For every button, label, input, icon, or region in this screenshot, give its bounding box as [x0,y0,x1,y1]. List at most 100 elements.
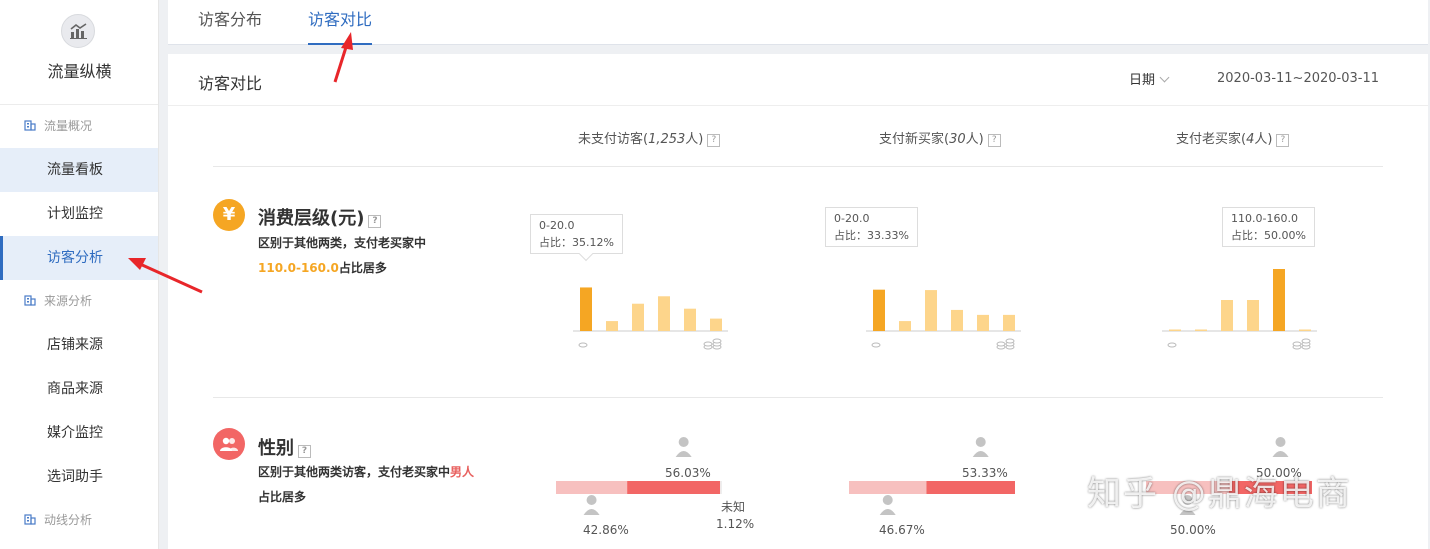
chart-logo-icon [61,14,95,48]
building-icon [24,500,36,525]
female-ratio: 42.86% [583,523,629,537]
panel-title: 访客对比 [198,74,263,93]
sidebar-group-label: 动线分析 [44,513,93,527]
bar [1221,300,1233,331]
coin-small-icon [578,342,588,348]
bar [873,289,885,331]
person-head [586,495,597,505]
unknown-ratio: 1.12% [716,517,755,531]
bar [1003,314,1015,331]
female-person-icon [879,495,896,515]
coin-small-icon [871,342,881,348]
column-header-old-buyer: 支付老买家(4人)? [1176,128,1290,147]
person-head [678,437,689,447]
app-title: 流量纵横 [47,62,112,81]
sidebar-group-label: 流量概况 [44,119,93,133]
watermark: 知乎 @鼎海电商 [1087,474,1352,514]
sidebar-item-media-monitor[interactable]: 媒介监控 [0,411,158,455]
unknown-label: 未知 [721,500,746,514]
help-icon[interactable]: ? [298,445,311,458]
coin-stack-icon [1292,338,1311,350]
tab-bar: 访客分布 访客对比 [168,0,1428,45]
help-icon[interactable]: ? [1276,134,1290,147]
coin-stack-icon [996,338,1015,350]
divider [213,397,1383,398]
unknown-segment [720,481,722,494]
sidebar-item-product-source[interactable]: 商品来源 [0,367,158,411]
bar [632,303,644,331]
bar [580,287,592,331]
help-icon[interactable]: ? [368,215,382,228]
coin-stack-icon [703,338,722,350]
building-icon [24,281,36,306]
coin-layer [1301,338,1311,344]
bar [1247,300,1259,331]
sidebar-group-flow[interactable]: 动线分析 [0,499,158,542]
users-icon [213,428,245,460]
tab-visitor-distribution[interactable]: 访客分布 [198,0,262,45]
tab-visitor-comparison[interactable]: 访客对比 [308,0,373,45]
person-body [972,451,989,457]
sidebar-group-source[interactable]: 来源分析 [0,280,158,323]
coin-layer [996,341,1006,347]
gender-bar [849,437,1015,515]
male-segment [627,481,721,494]
person-head [1275,437,1286,447]
chart-tooltip: 0-20.0 占比：35.12% [530,214,623,262]
female-segment [556,481,628,494]
bar [684,308,696,331]
date-dropdown[interactable]: 日期 [1129,69,1170,88]
coin-layer [1167,342,1177,348]
person-body [675,451,692,457]
bar [899,321,911,331]
coin-layer [1292,341,1302,347]
sidebar-group-overview[interactable]: 流量概况 [0,105,158,148]
consumption-desc: 区别于其他两类，支付老买家中110.0-160.0占比居多 [258,236,427,275]
bar [1195,329,1207,331]
male-person-icon [675,437,692,457]
sidebar-item-store-source[interactable]: 店铺来源 [0,323,158,367]
gender-chart-new-buyer: 53.33% 46.67% [841,434,1081,544]
sidebar-item-keyword-helper[interactable]: 选词助手 [0,455,158,499]
sidebar-item-visitor-analysis[interactable]: 访客分析 [0,236,158,280]
sidebar-item-plan-monitor[interactable]: 计划监控 [0,192,158,236]
person-head [975,437,986,447]
bar [951,309,963,331]
help-icon[interactable]: ? [987,134,1001,147]
divider [213,166,1383,167]
bar [977,314,989,331]
consumption-title: 消费层级(元)? [258,204,382,230]
chevron-down-icon [1159,72,1170,83]
chart-tooltip: 0-20.0 占比：33.33% [825,207,918,247]
chart-tooltip: 110.0-160.0 占比：50.00% [1222,207,1315,247]
male-ratio: 53.33% [962,466,1008,480]
coin-layer [871,342,881,348]
consumption-chart-new-buyer: 0-20.0 占比：33.33% [825,204,1061,354]
bar [925,290,937,331]
person-body [1272,451,1289,457]
coin-layer [703,341,713,347]
sidebar-item-traffic-board[interactable]: 流量看板 [0,148,158,192]
male-ratio: 56.03% [665,466,711,480]
person-head [882,495,893,505]
sidebar-header: 流量纵横 [0,0,158,105]
column-header-unpaid: 未支付访客(1,253人)? [578,128,721,147]
person-body [879,509,896,515]
coin-small-icon [1167,342,1177,348]
female-segment [849,481,927,494]
gender-title: 性别? [258,434,311,460]
bar [658,296,670,331]
female-person-icon [583,495,600,515]
yen-icon: ¥ [213,199,245,231]
bar [710,318,722,331]
female-ratio: 46.67% [879,523,925,537]
male-person-icon [972,437,989,457]
sidebar: 流量纵横 流量概况 流量看板 计划监控 访客分析 来源分析 店铺来源 商品来源 … [0,0,159,549]
date-range: 2020-03-11~2020-03-11 [1217,71,1379,86]
female-ratio: 50.00% [1170,523,1216,537]
help-icon[interactable]: ? [707,134,721,147]
consumption-chart-unpaid: 0-20.0 占比：35.12% [530,204,768,354]
panel-header: 访客对比 日期 2020-03-11~2020-03-11 [168,54,1428,106]
male-person-icon [1272,437,1289,457]
building-icon [24,106,36,131]
